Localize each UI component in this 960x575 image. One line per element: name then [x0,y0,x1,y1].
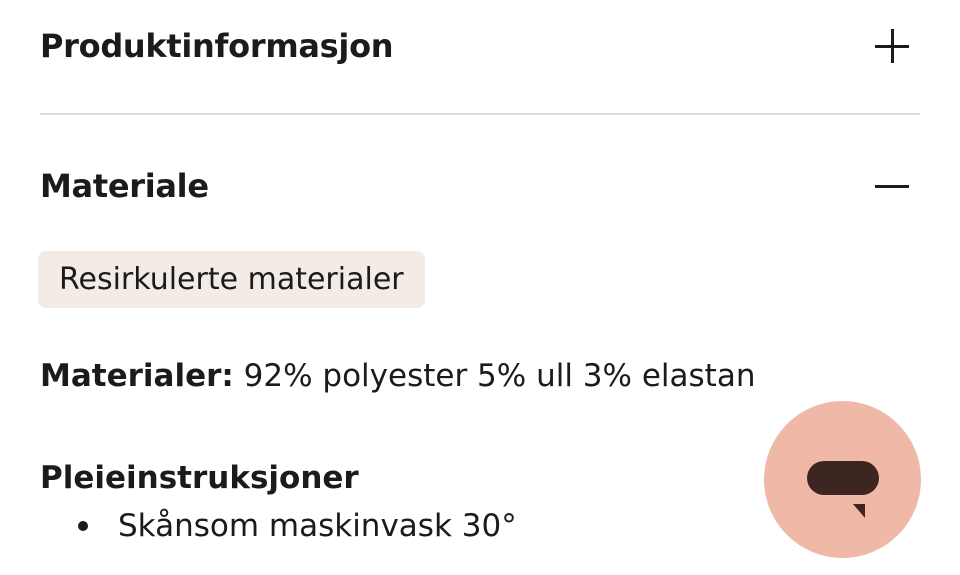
chat-bubble-icon [807,461,879,518]
recycled-materials-tag: Resirkulerte materialer [38,251,425,308]
care-instructions-title: Pleieinstruksjoner [40,460,359,496]
care-instruction-text: Skånsom maskinvask 30° [118,508,517,544]
materials-label: Materialer: [40,358,234,394]
accordion-header-produktinformasjon[interactable]: Produktinformasjon [40,20,920,72]
divider [40,113,920,115]
materials-composition: Materialer: 92% polyester 5% ull 3% elas… [40,358,755,394]
accordion-title-materiale: Materiale [40,167,209,205]
bullet-icon [78,521,88,531]
minus-icon[interactable] [875,169,909,203]
accordion-header-materiale[interactable]: Materiale [40,160,920,212]
accordion-title-produktinformasjon: Produktinformasjon [40,27,394,65]
care-instruction-item: Skånsom maskinvask 30° [40,508,517,544]
chat-button[interactable] [764,401,921,558]
plus-icon[interactable] [875,29,909,63]
materials-value: 92% polyester 5% ull 3% elastan [233,358,756,394]
care-instructions-list: Skånsom maskinvask 30° [40,508,517,544]
